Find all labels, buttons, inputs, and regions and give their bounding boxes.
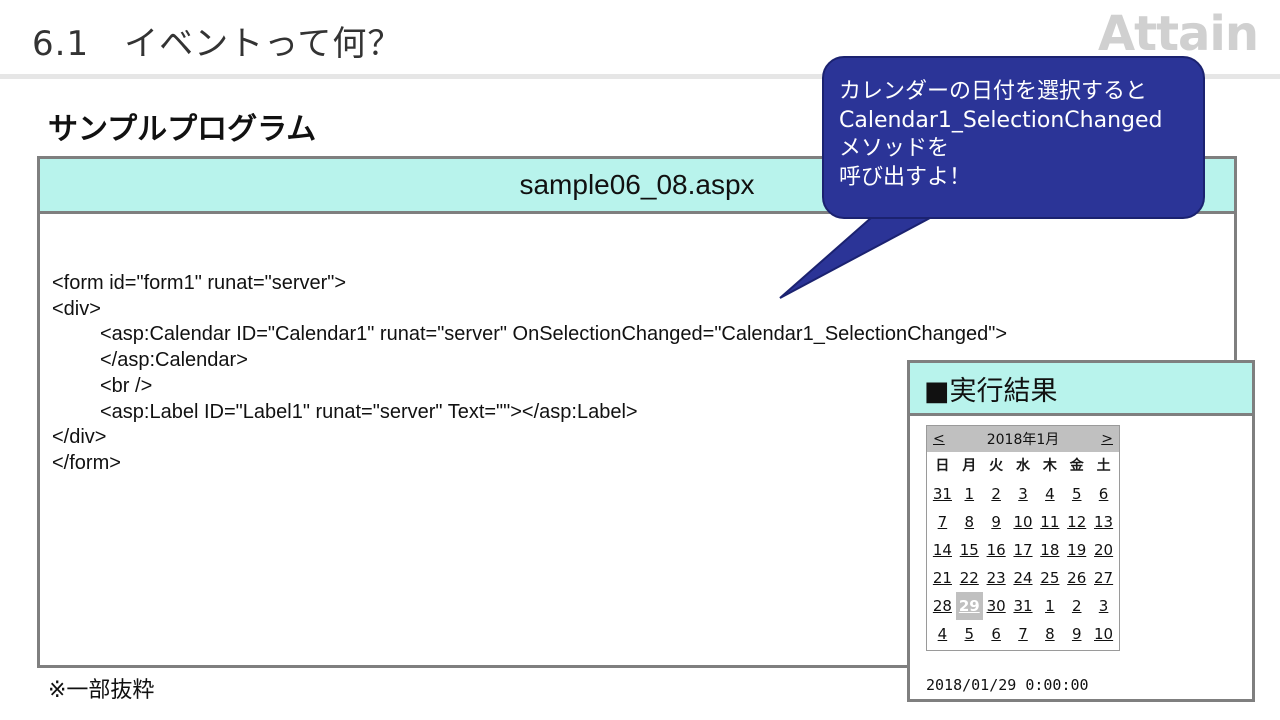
code-line: </form> — [52, 451, 121, 474]
selected-date-label: 2018/01/29 0:00:00 — [926, 676, 1089, 694]
calendar-title-bar: < 2018年1月 > — [927, 426, 1119, 452]
calendar-day[interactable]: 4 — [1036, 480, 1063, 508]
calendar-day[interactable]: 3 — [1090, 592, 1117, 620]
footnote: ※一部抜粋 — [48, 678, 155, 703]
calendar-day[interactable]: 4 — [929, 620, 956, 648]
calendar-day[interactable]: 31 — [929, 480, 956, 508]
code-line: </div> — [52, 426, 107, 449]
callout-line: メソッドを — [839, 136, 950, 161]
calendar-day[interactable]: 31 — [1010, 592, 1037, 620]
result-panel: ■実行結果 < 2018年1月 > 日月火水木金土 31 1 2 3 4 5 6 7 8 9 10 11… — [907, 360, 1255, 702]
prev-month-link[interactable]: < — [933, 431, 945, 447]
code-line: <asp:Label ID="Label1" runat="server" Te… — [100, 400, 638, 423]
weekday-header: 日 — [935, 458, 950, 474]
calendar-day[interactable]: 10 — [1090, 620, 1117, 648]
calendar-day[interactable]: 21 — [929, 564, 956, 592]
calendar-day[interactable]: 12 — [1063, 508, 1090, 536]
calendar-day[interactable]: 2 — [983, 480, 1010, 508]
calendar-day[interactable]: 14 — [929, 536, 956, 564]
month-title: 2018年1月 — [986, 432, 1060, 448]
calendar-day[interactable]: 20 — [1090, 536, 1117, 564]
calendar-day[interactable]: 18 — [1036, 536, 1063, 564]
code-listing: <form id="form1" runat="server"> <div> <… — [52, 271, 1007, 477]
calendar-day[interactable]: 16 — [983, 536, 1010, 564]
calendar-day[interactable]: 22 — [956, 564, 983, 592]
code-line: <div> — [52, 297, 101, 320]
code-line: <form id="form1" runat="server"> — [52, 272, 347, 294]
calendar-day[interactable]: 3 — [1010, 480, 1037, 508]
weekday-header: 金 — [1069, 458, 1084, 474]
calendar-day[interactable]: 9 — [983, 508, 1010, 536]
calendar-day[interactable]: 6 — [1090, 480, 1117, 508]
calendar-day[interactable]: 8 — [956, 508, 983, 536]
calendar: < 2018年1月 > 日月火水木金土 31 1 2 3 4 5 6 7 8 9 10 11 12 13 14… — [926, 425, 1120, 651]
calendar-day[interactable]: 10 — [1010, 508, 1037, 536]
calendar-day[interactable]: 7 — [929, 508, 956, 536]
weekday-header: 木 — [1042, 458, 1057, 474]
attain-logo: Attain — [1098, 6, 1259, 62]
calendar-day[interactable]: 11 — [1036, 508, 1063, 536]
calendar-day[interactable]: 30 — [983, 592, 1010, 620]
speech-bubble: カレンダーの日付を選択すると Calendar1_SelectionChange… — [822, 56, 1205, 219]
calendar-day[interactable]: 27 — [1090, 564, 1117, 592]
weekday-header: 水 — [1015, 458, 1030, 474]
calendar-day[interactable]: 5 — [956, 620, 983, 648]
code-line: </asp:Calendar> — [100, 349, 248, 372]
calendar-day[interactable]: 5 — [1063, 480, 1090, 508]
calendar-day[interactable]: 7 — [1010, 620, 1037, 648]
calendar-grid: 日月火水木金土 31 1 2 3 4 5 6 7 8 9 10 11 12 13 14 15 16 17 18 19 20… — [927, 452, 1119, 650]
section-heading: サンプルプログラム — [48, 112, 317, 147]
weekday-header: 月 — [962, 458, 977, 474]
calendar-day[interactable]: 9 — [1063, 620, 1090, 648]
calendar-day[interactable]: 25 — [1036, 564, 1063, 592]
callout-line: Calendar1_SelectionChanged — [839, 107, 1163, 133]
weekday-header: 火 — [989, 458, 1004, 474]
calendar-day[interactable]: 15 — [956, 536, 983, 564]
result-heading: ■実行結果 — [910, 363, 1252, 416]
callout-line: 呼び出すよ！ — [839, 164, 972, 190]
next-month-link[interactable]: > — [1101, 431, 1113, 447]
callout-line: カレンダーの日付を選択すると — [839, 79, 1148, 104]
code-line: <br /> — [100, 374, 153, 397]
weekday-header: 土 — [1096, 458, 1111, 474]
calendar-day[interactable]: 13 — [1090, 508, 1117, 536]
calendar-day[interactable]: 6 — [983, 620, 1010, 648]
slide-title: 6.1 イベントって何？ — [32, 24, 403, 64]
code-line: <asp:Calendar ID="Calendar1" runat="serv… — [100, 323, 1008, 346]
calendar-day[interactable]: 17 — [1010, 536, 1037, 564]
calendar-day[interactable]: 1 — [1036, 592, 1063, 620]
calendar-day[interactable]: 28 — [929, 592, 956, 620]
calendar-day[interactable]: 2 — [1063, 592, 1090, 620]
calendar-day[interactable]: 23 — [983, 564, 1010, 592]
calendar-day[interactable]: 8 — [1036, 620, 1063, 648]
calendar-day[interactable]: 19 — [1063, 536, 1090, 564]
calendar-day-selected[interactable]: 29 — [955, 592, 983, 620]
calendar-day[interactable]: 1 — [956, 480, 983, 508]
calendar-day[interactable]: 26 — [1063, 564, 1090, 592]
calendar-day[interactable]: 24 — [1010, 564, 1037, 592]
